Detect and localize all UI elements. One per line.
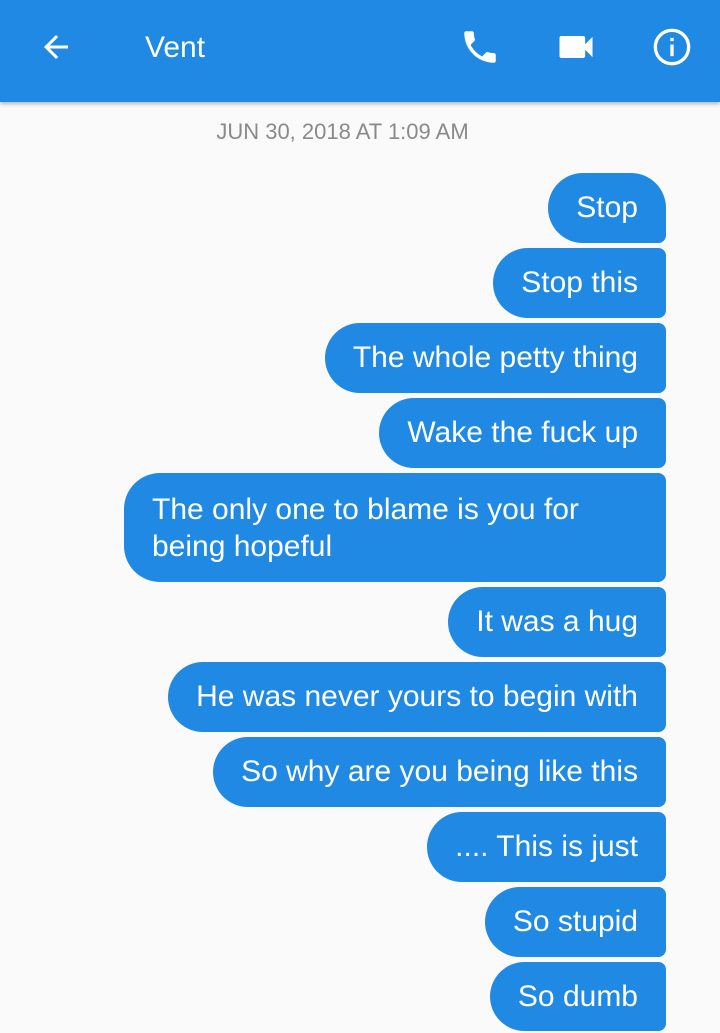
sent-message-bubble[interactable]: Stop — [548, 173, 666, 243]
sent-message-bubble[interactable]: So dumb — [489, 962, 666, 1031]
conversation-title[interactable]: Vent — [145, 28, 205, 68]
info-icon — [653, 28, 691, 66]
sent-message-bubble[interactable]: So stupid — [484, 887, 666, 957]
phone-icon — [464, 31, 496, 63]
sent-message-bubble[interactable]: He was never yours to begin with — [168, 662, 666, 732]
sent-message-bubble[interactable]: The only one to blame is you for being h… — [124, 473, 666, 582]
sent-message-bubble[interactable]: So why are you being like this — [213, 737, 666, 807]
sent-message-bubble[interactable]: Stop this — [493, 248, 666, 318]
video-call-button[interactable] — [548, 19, 604, 75]
message-timestamp: JUN 30, 2018 AT 1:09 AM — [216, 119, 469, 144]
back-button[interactable] — [28, 19, 84, 75]
video-camera-icon — [559, 36, 593, 58]
sent-message-bubble[interactable]: It was a hug — [448, 587, 666, 657]
sent-message-bubble[interactable]: The whole petty thing — [324, 323, 666, 393]
info-button[interactable] — [644, 19, 700, 75]
sent-message-bubble[interactable]: .... This is just — [427, 812, 666, 882]
sent-message-bubble[interactable]: Wake the fuck up — [379, 398, 666, 468]
arrow-back-icon — [44, 35, 68, 59]
call-button[interactable] — [452, 19, 508, 75]
app-bar: Vent — [0, 0, 720, 102]
message-thread: Stop Stop this The whole petty thing Wak… — [0, 173, 666, 1031]
